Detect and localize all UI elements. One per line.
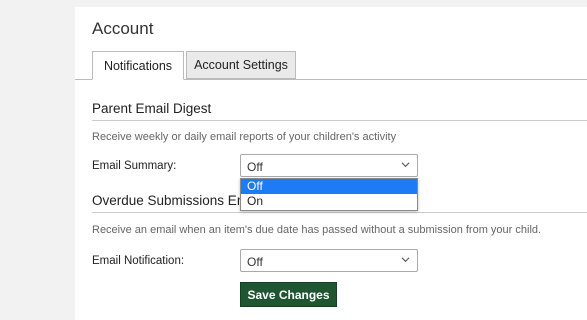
section-divider <box>92 212 587 213</box>
email-summary-label: Email Summary: <box>92 160 177 172</box>
email-summary-value: Off <box>247 160 263 174</box>
chevron-down-icon <box>401 162 410 168</box>
dropdown-option-off[interactable]: Off <box>241 179 417 194</box>
section-title-overdue-submissions: Overdue Submissions Email <box>92 193 262 208</box>
email-notification-value: Off <box>247 255 263 269</box>
email-summary-dropdown: Off On <box>240 178 418 211</box>
email-summary-select[interactable]: Off <box>240 154 418 177</box>
email-notification-select[interactable]: Off <box>240 249 418 272</box>
tab-account-settings[interactable]: Account Settings <box>186 51 296 79</box>
page-title: Account <box>92 19 154 38</box>
section-divider <box>92 120 587 121</box>
tab-notifications[interactable]: Notifications <box>92 51 184 80</box>
section-help-text: Receive an email when an item's due date… <box>92 224 542 236</box>
section-title-parent-email-digest: Parent Email Digest <box>92 101 212 116</box>
section-help-text: Receive weekly or daily email reports of… <box>92 131 397 143</box>
dropdown-option-on[interactable]: On <box>241 194 417 209</box>
account-panel: Account Notifications Account Settings P… <box>75 7 587 320</box>
email-notification-label: Email Notification: <box>92 255 185 267</box>
chevron-down-icon <box>401 257 410 263</box>
save-changes-button[interactable]: Save Changes <box>240 282 337 307</box>
